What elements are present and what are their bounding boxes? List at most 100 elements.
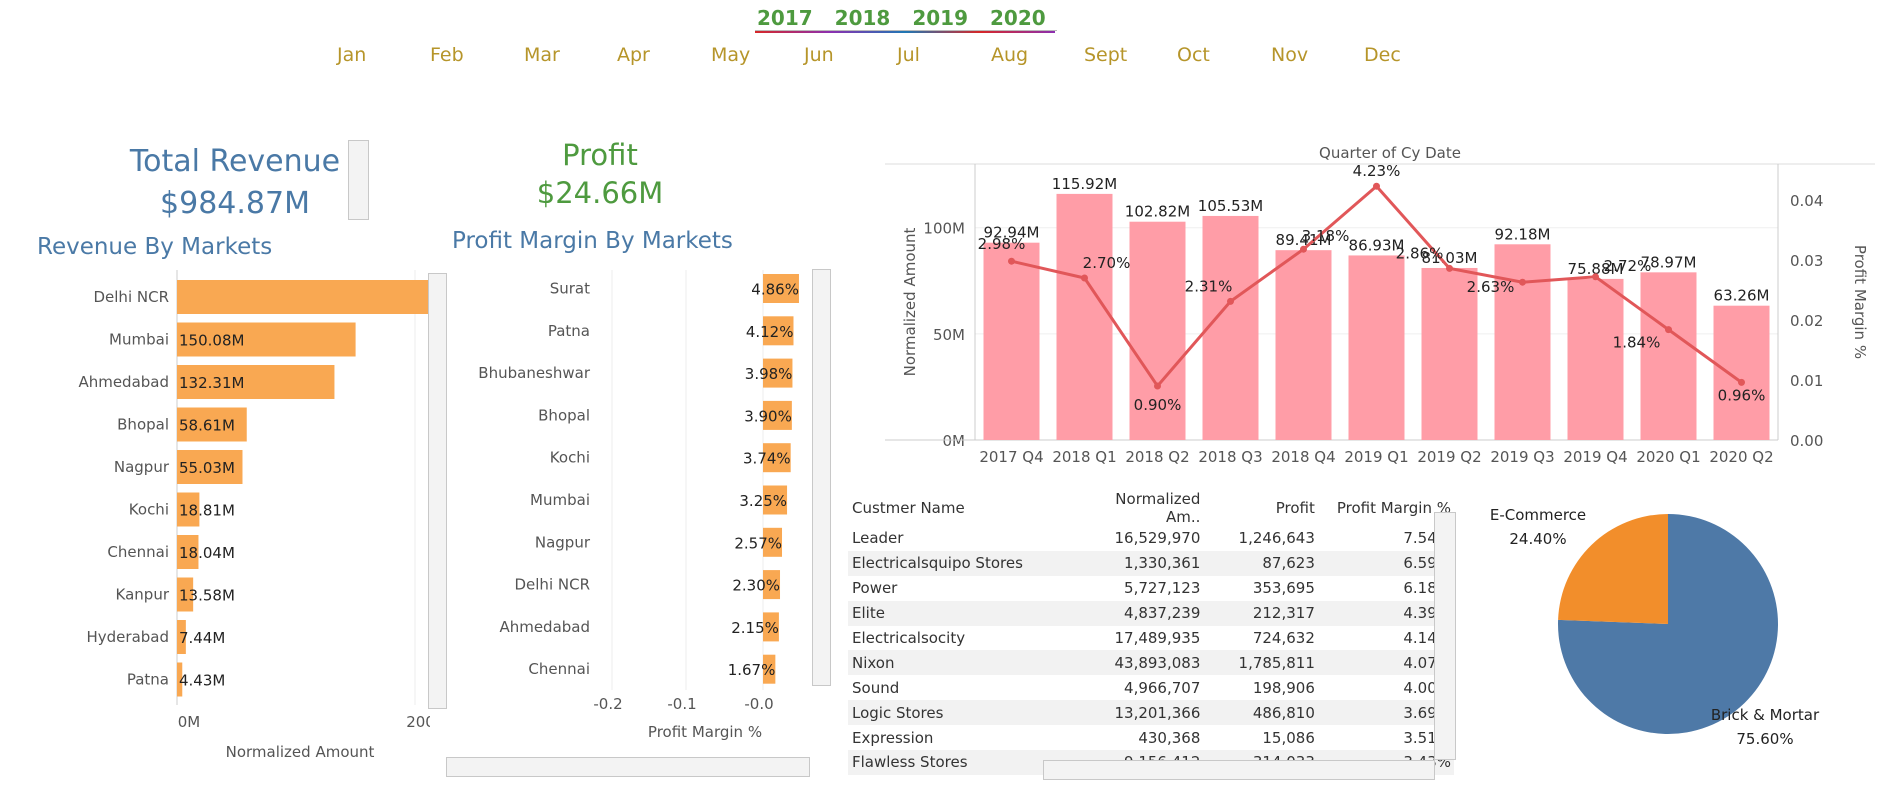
value-label: 1.67% <box>728 661 776 679</box>
table-cell: 4,837,239 <box>1078 600 1204 626</box>
table-row[interactable]: Nixon 43,893,083 1,785,811 4.07% <box>848 650 1454 676</box>
table-horizontal-scrollbar[interactable] <box>1043 760 1435 780</box>
market-label: Bhubaneshwar <box>478 364 591 382</box>
value-label: 3.74% <box>743 450 791 468</box>
month-option[interactable]: Jan <box>337 44 366 66</box>
month-option[interactable]: Mar <box>524 44 560 66</box>
value-label: 7.44M <box>179 629 225 647</box>
x-tick-label: -0.0 <box>744 695 773 713</box>
table-row[interactable]: Power 5,727,123 353,695 6.18% <box>848 576 1454 601</box>
table-row[interactable]: Logic Stores 13,201,366 486,810 3.69% <box>848 700 1454 726</box>
value-label: 18.04M <box>179 544 235 562</box>
x-axis-title: Normalized Amount <box>226 743 375 761</box>
table-row[interactable]: Electricalsocity 17,489,935 724,632 4.14% <box>848 626 1454 651</box>
y-right-tick-label: 0.04 <box>1790 192 1823 210</box>
line-point <box>1738 378 1745 386</box>
x-tick-label: 2020 Q1 <box>1636 448 1700 466</box>
table-cell: 17,489,935 <box>1114 629 1201 647</box>
quarter-bar <box>1202 215 1259 440</box>
market-label: Chennai <box>107 543 169 561</box>
value-label: 4.12% <box>746 323 794 341</box>
quarter-bar <box>1056 193 1113 440</box>
pie-value-label: 24.40% <box>1509 530 1566 548</box>
line-point <box>1154 382 1161 390</box>
table-cell: 724,632 <box>1252 629 1315 647</box>
line-point <box>1446 264 1453 272</box>
chart-title: Quarter of Cy Date <box>1319 144 1461 162</box>
column-header[interactable]: Normalized Am.. <box>1078 490 1203 526</box>
year-option[interactable]: 2020 <box>990 6 1046 30</box>
column-header[interactable]: Custmer Name <box>848 490 1078 526</box>
line-point <box>1373 182 1380 190</box>
month-option[interactable]: Nov <box>1271 44 1308 66</box>
profit-margin-by-markets-title: Profit Margin By Markets <box>452 228 733 254</box>
year-option[interactable]: 2017 <box>757 6 813 30</box>
year-option[interactable]: 2018 <box>835 6 891 30</box>
x-tick-label: 2019 Q1 <box>1344 448 1408 466</box>
revenue-by-markets-title: Revenue By Markets <box>37 234 273 260</box>
table-row[interactable]: Sound 4,966,707 198,906 4.00% <box>848 675 1454 700</box>
profit-margin-horizontal-scrollbar[interactable] <box>446 757 810 777</box>
month-option[interactable]: Jul <box>897 44 920 66</box>
table-row[interactable]: Leader 16,529,970 1,246,643 7.54% <box>848 526 1454 551</box>
table-cell: Expression <box>852 728 934 747</box>
table-row[interactable]: Electricalsquipo Stores 1,330,361 87,623 6.… <box>848 550 1454 576</box>
line-point <box>1665 326 1672 334</box>
market-label: Ahmedabad <box>499 618 590 636</box>
customer-table: Custmer Name Normalized Am.. Profit Prof… <box>848 490 1454 775</box>
line-value-label: 4.23% <box>1353 162 1401 180</box>
month-option[interactable]: Oct <box>1177 44 1210 66</box>
bar-value-label: 105.53M <box>1198 197 1263 215</box>
profit-margin-chart-scrollbar[interactable] <box>812 269 831 686</box>
quarter-bar <box>1494 244 1551 440</box>
table-scrollbar[interactable] <box>1434 512 1456 760</box>
table-row[interactable]: Elite 4,837,239 212,317 4.39% <box>848 600 1454 626</box>
month-option[interactable]: Sept <box>1084 44 1127 66</box>
table-cell: 87,623 <box>1203 550 1318 576</box>
quarter-bar <box>983 242 1040 440</box>
pie-slice <box>1558 514 1668 624</box>
table-cell: 43,893,083 <box>1078 650 1204 676</box>
market-label: Chennai <box>528 660 590 678</box>
year-option[interactable]: 2019 <box>912 6 968 30</box>
month-option[interactable]: Aug <box>991 44 1028 66</box>
x-tick-label: 2019 Q4 <box>1563 448 1627 466</box>
y-right-axis-title: Profit Margin % <box>1851 245 1869 359</box>
line-point <box>1227 297 1234 305</box>
x-tick-label: 2019 Q3 <box>1490 448 1554 466</box>
line-point <box>1300 245 1307 253</box>
line-point <box>1081 274 1088 282</box>
quarterly-revenue-margin-chart: Quarter of Cy Date 0M 50M 100M 0.00 0.01 0.02 0… <box>885 144 1875 466</box>
market-label: Delhi NCR <box>514 576 590 594</box>
month-option[interactable]: Jun <box>804 44 834 66</box>
pie-label: Brick & Mortar <box>1711 706 1820 724</box>
market-label: Nagpur <box>114 458 170 476</box>
month-option[interactable]: May <box>711 44 750 66</box>
month-option[interactable]: Dec <box>1364 44 1401 66</box>
table-row[interactable]: Expression 430,368 15,086 3.51% <box>848 725 1454 750</box>
month-option[interactable]: Apr <box>617 44 650 66</box>
market-label: Patna <box>548 322 590 340</box>
bar-value-label: 115.92M <box>1052 175 1117 193</box>
x-tick-label: 200M <box>406 713 430 731</box>
table-cell: 13,201,366 <box>1078 700 1204 726</box>
line-value-label: 1.84% <box>1613 334 1661 352</box>
revenue-bar <box>177 280 430 314</box>
y-right-tick-label: 0.00 <box>1790 432 1823 450</box>
profit-title: Profit <box>562 138 638 172</box>
market-label: Bhopal <box>117 416 169 434</box>
profit-margin-by-markets-chart: -0.2 -0.1 -0.0 Surat 4.86% Patna 4.12% Bhubanes… <box>478 270 799 741</box>
quarter-bar <box>1567 278 1624 440</box>
value-label: 2.57% <box>734 534 782 552</box>
value-label: 2.15% <box>731 619 779 637</box>
x-tick-label: 2018 Q4 <box>1271 448 1335 466</box>
kpi-scrollbar[interactable] <box>348 140 369 220</box>
month-option[interactable]: Feb <box>430 44 464 66</box>
value-label: 13.58M <box>179 587 235 605</box>
market-label: Nagpur <box>535 533 591 551</box>
table-cell: 430,368 <box>1138 728 1201 747</box>
column-header[interactable]: Profit <box>1203 490 1318 526</box>
table-cell: 4,966,707 <box>1124 678 1201 697</box>
table-cell: 5,727,123 <box>1124 579 1201 598</box>
quarter-bar <box>1640 272 1697 440</box>
